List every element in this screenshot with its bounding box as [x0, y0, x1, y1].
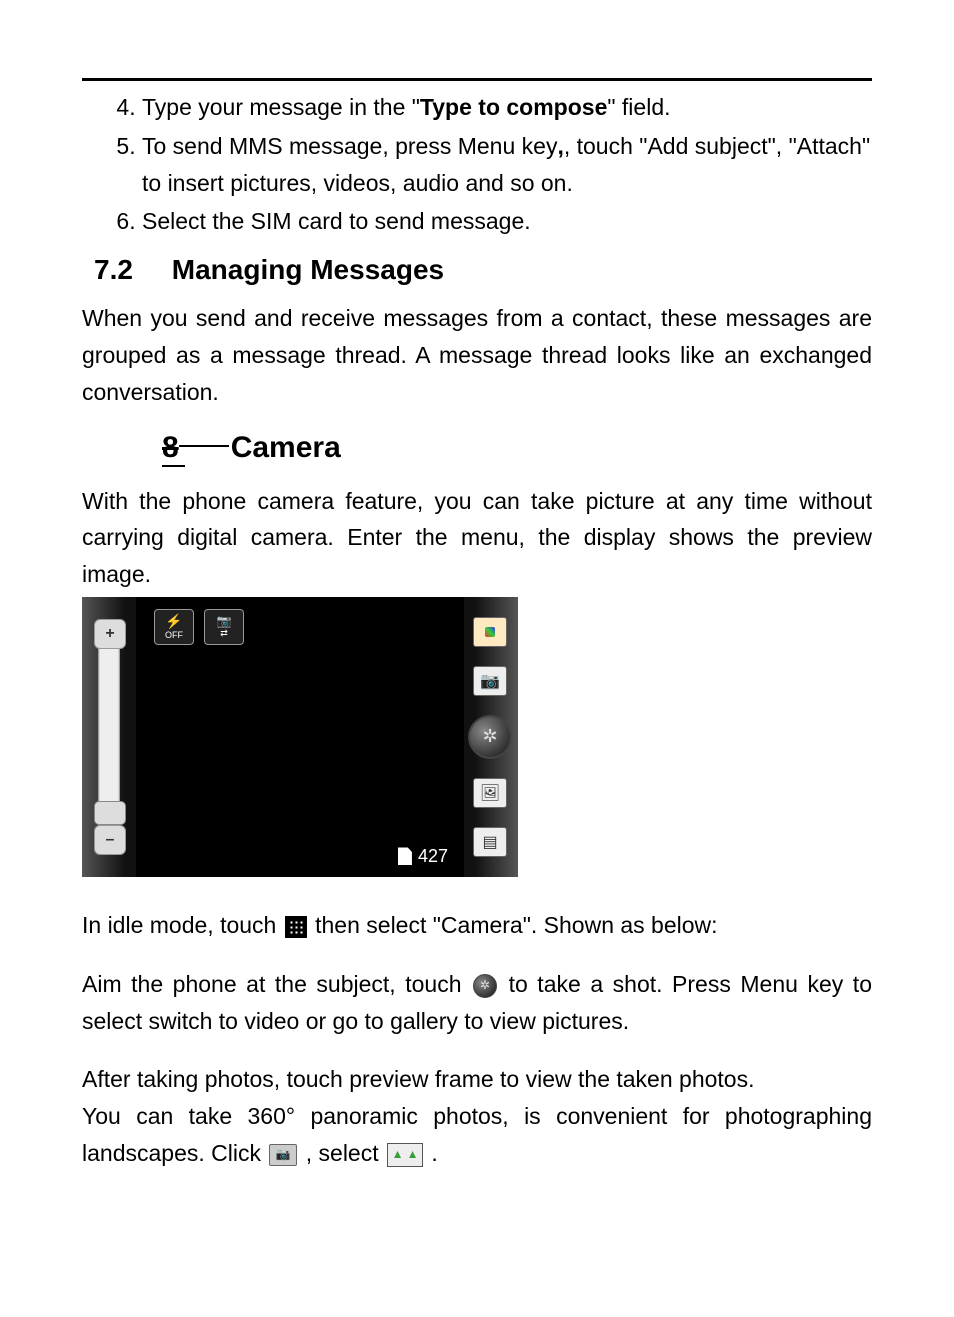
zoom-in-button[interactable]: + [94, 619, 126, 649]
line4-b: , select [306, 1140, 385, 1166]
line1-a: In idle mode, touch [82, 912, 276, 938]
gallery-icon[interactable]: 🖼 [473, 778, 507, 808]
sd-card-icon [398, 847, 412, 865]
shutter-icon: ✲ [473, 974, 497, 998]
apps-grid-icon [285, 916, 307, 938]
menu-grid-icon[interactable]: ▤ [473, 827, 507, 857]
step-6: Select the SIM card to send message. [142, 203, 872, 240]
heading-7-2-title: Managing Messages [172, 254, 444, 285]
shot-counter: 427 [398, 846, 448, 867]
camera-right-panel: 📷 ✲ 🖼 ▤ [464, 597, 518, 877]
horizontal-rule [82, 78, 872, 81]
heading-8-dash [179, 445, 229, 447]
step-4: Type your message in the "Type to compos… [142, 89, 872, 126]
shot-counter-value: 427 [418, 846, 448, 867]
camera-preview-figure: + – ⚡ OFF 📷 ⇄ 📷 ✲ 🖼 ▤ 4 [82, 597, 518, 877]
zoom-slider-handle[interactable] [94, 801, 126, 825]
color-mode-icon[interactable] [473, 617, 507, 647]
step-4-text-b: " field. [607, 94, 670, 120]
line-aim: Aim the phone at the subject, touch ✲ to… [82, 966, 872, 1040]
line-after-photos: After taking photos, touch preview frame… [82, 1061, 872, 1098]
camera-mode-icon[interactable]: 📷 [473, 666, 507, 696]
paragraph-7-2: When you send and receive messages from … [82, 300, 872, 410]
line-idle-mode: In idle mode, touch then select "Camera"… [82, 907, 872, 944]
line1-b: then select "Camera". Shown as below: [315, 912, 717, 938]
switch-label: ⇄ [220, 628, 228, 639]
step-5: To send MMS message, press Menu key,, to… [142, 128, 872, 202]
line4-a: You can take 360° panoramic photos, is c… [82, 1103, 872, 1166]
step-6-text: Select the SIM card to send message. [142, 208, 531, 234]
zoom-out-button[interactable]: – [94, 825, 126, 855]
camera-left-panel: + – [82, 597, 136, 877]
line-panorama: You can take 360° panoramic photos, is c… [82, 1098, 872, 1172]
step-4-bold: Type to compose [420, 94, 607, 120]
camera-mode-icon: 📷 [269, 1144, 297, 1166]
step-5-text-a: To send MMS message, press Menu key [142, 133, 557, 159]
heading-8: 8 Camera [162, 431, 872, 467]
switch-camera-icon[interactable]: 📷 ⇄ [204, 609, 244, 645]
camera-top-icons: ⚡ OFF 📷 ⇄ [154, 609, 244, 645]
flash-label: OFF [165, 630, 183, 640]
line2-a: Aim the phone at the subject, touch [82, 971, 461, 997]
panorama-icon: ▲▲ [387, 1143, 423, 1167]
shutter-button[interactable]: ✲ [468, 715, 512, 759]
paragraph-8-intro: With the phone camera feature, you can t… [82, 483, 872, 593]
line4-c: . [431, 1140, 437, 1166]
heading-7-2: 7.2 Managing Messages [94, 254, 872, 286]
numbered-steps: Type your message in the "Type to compos… [82, 89, 872, 240]
heading-7-2-number: 7.2 [94, 254, 164, 286]
heading-8-number: 8 [162, 431, 185, 467]
heading-8-title: Camera [231, 431, 341, 464]
flash-off-icon[interactable]: ⚡ OFF [154, 609, 194, 645]
document-page: Type your message in the "Type to compos… [0, 0, 954, 1232]
step-4-text-a: Type your message in the " [142, 94, 420, 120]
